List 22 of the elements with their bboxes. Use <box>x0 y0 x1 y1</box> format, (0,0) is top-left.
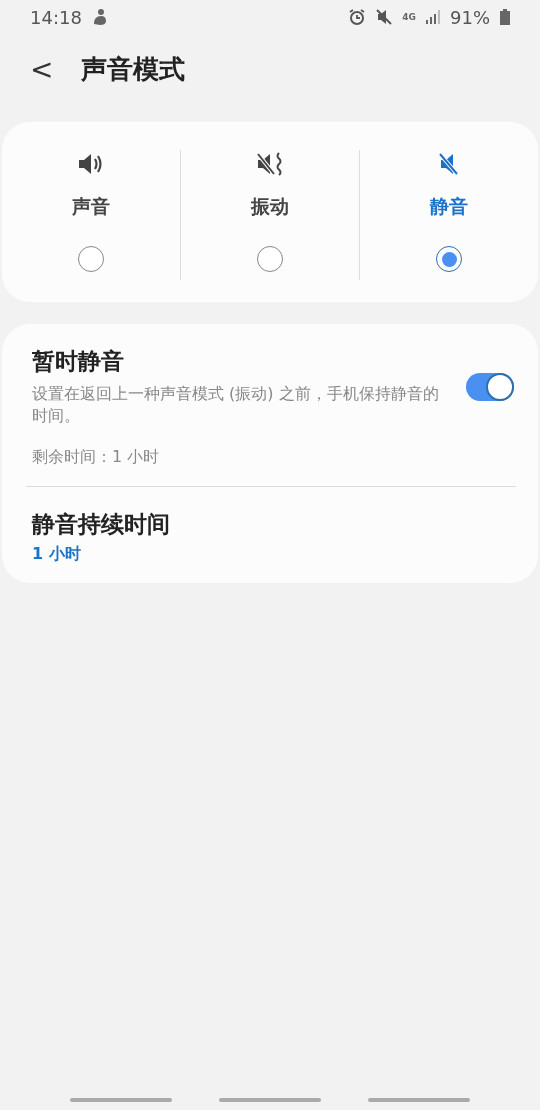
radio-button[interactable] <box>78 246 104 272</box>
battery-percentage: 91% <box>450 6 490 28</box>
time: 14:18 <box>30 6 82 28</box>
setting-value: 1 小时 <box>32 544 82 565</box>
battery-icon <box>500 9 510 25</box>
remaining-time: 剩余时间：1 小时 <box>32 447 161 468</box>
mode-label: 声音 <box>72 194 110 219</box>
mute-icon <box>376 8 393 26</box>
setting-title[interactable]: 静音持续时间 <box>32 509 514 540</box>
radio-button[interactable] <box>257 246 283 272</box>
mode-label: 静音 <box>430 194 468 219</box>
toggle-switch[interactable] <box>466 372 514 401</box>
notification-icon <box>91 8 108 26</box>
network-label: 4G <box>402 12 416 22</box>
alarm-icon <box>348 8 367 26</box>
mode-label: 振动 <box>251 194 289 219</box>
setting-title: 暂时静音 <box>32 347 125 376</box>
back-button[interactable]: < <box>24 52 60 86</box>
radio-button[interactable] <box>436 246 462 272</box>
signal-icon <box>426 10 440 24</box>
page-title: 声音模式 <box>81 52 186 86</box>
setting-description: 设置在返回上一种声音模式 (振动) 之前，手机保持静音的时间。 <box>32 383 440 427</box>
